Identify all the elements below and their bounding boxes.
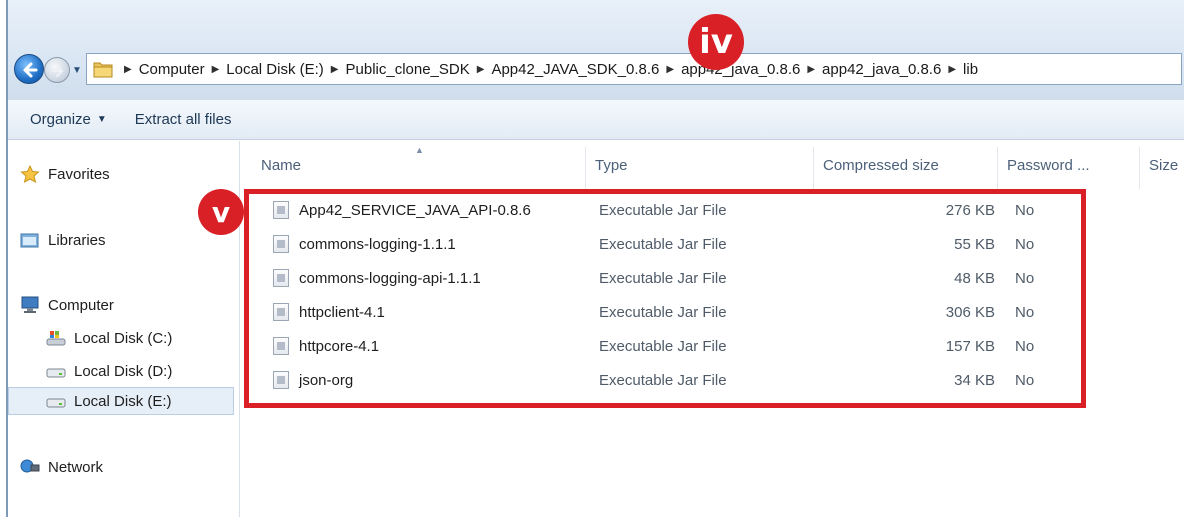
command-toolbar: Organize ▼ Extract all files [8, 100, 1184, 140]
sidebar-item-libraries[interactable]: Libraries [20, 231, 106, 249]
breadcrumb-lib[interactable]: lib [963, 61, 978, 78]
back-arrow-icon [23, 62, 38, 78]
recent-pages-dropdown-icon[interactable]: ▼ [72, 65, 82, 76]
forward-arrow-icon [52, 65, 64, 77]
sidebar-item-label: Libraries [48, 231, 106, 249]
sort-ascending-icon: ▲ [415, 145, 424, 155]
sidebar-item-network[interactable]: Network [20, 458, 103, 476]
forward-button[interactable] [44, 57, 70, 83]
breadcrumb-separator-icon[interactable]: ▶ [124, 64, 132, 75]
computer-icon [21, 296, 39, 313]
sidebar-item-label: Local Disk (C:) [74, 329, 173, 347]
sidebar-item-label: Computer [48, 296, 114, 314]
sidebar-item-local-disk-e[interactable]: Local Disk (E:) [8, 387, 234, 415]
sidebar-item-local-disk-c[interactable]: Local Disk (C:) [46, 329, 172, 347]
sidebar-item-local-disk-d[interactable]: Local Disk (D:) [46, 362, 172, 380]
breadcrumb-app42-java-2[interactable]: app42_java_0.8.6 [822, 61, 941, 78]
address-bar[interactable]: ▶ Computer ▶ Local Disk (E:) ▶ Public_cl… [86, 53, 1182, 85]
column-header-type[interactable]: Type [595, 157, 628, 174]
step-badge-iv: iv [688, 14, 744, 70]
breadcrumb-separator-icon[interactable]: ▶ [331, 64, 339, 75]
breadcrumb-app42-java-sdk[interactable]: App42_JAVA_SDK_0.8.6 [491, 61, 659, 78]
column-header-name[interactable]: Name [261, 157, 301, 174]
step-badge-v: v [198, 189, 244, 235]
sidebar-item-computer[interactable]: Computer [20, 296, 114, 314]
breadcrumb-separator-icon[interactable]: ▶ [948, 64, 956, 75]
breadcrumb-public-clone-sdk[interactable]: Public_clone_SDK [346, 61, 470, 78]
sidebar-item-label: Local Disk (D:) [74, 362, 173, 380]
breadcrumb-computer[interactable]: Computer [139, 61, 205, 78]
explorer-window: ▼ ▶ Computer ▶ Local Disk (E:) ▶ Public_… [6, 0, 1184, 517]
breadcrumb-separator-icon[interactable]: ▶ [666, 64, 674, 75]
column-divider[interactable] [813, 147, 814, 189]
organize-label: Organize [30, 111, 91, 128]
sidebar-item-label: Network [48, 458, 104, 476]
column-divider[interactable] [585, 147, 586, 189]
navigation-bar: ▼ ▶ Computer ▶ Local Disk (E:) ▶ Public_… [8, 48, 1184, 90]
highlight-box [244, 189, 1086, 408]
extract-all-files-button[interactable]: Extract all files [135, 111, 232, 128]
column-header-compressed-size[interactable]: Compressed size [823, 157, 939, 174]
chevron-down-icon: ▼ [96, 114, 107, 125]
organize-button[interactable]: Organize ▼ [30, 111, 107, 128]
title-bar: ▼ ▶ Computer ▶ Local Disk (E:) ▶ Public_… [8, 0, 1184, 100]
breadcrumb-separator-icon[interactable]: ▶ [212, 64, 220, 75]
breadcrumb-separator-icon[interactable]: ▶ [807, 64, 815, 75]
column-header-password[interactable]: Password ... [1007, 157, 1090, 174]
sidebar-item-favorites[interactable]: Favorites [20, 165, 110, 183]
back-button[interactable] [14, 54, 44, 84]
folder-icon [93, 62, 113, 78]
drive-icon [46, 368, 66, 378]
column-divider[interactable] [1139, 147, 1140, 189]
column-divider[interactable] [997, 147, 998, 189]
sidebar-item-label: Local Disk (E:) [74, 392, 172, 410]
network-icon [20, 459, 40, 473]
star-icon [20, 165, 40, 183]
breadcrumb-separator-icon[interactable]: ▶ [477, 64, 485, 75]
column-header-size[interactable]: Size [1149, 157, 1178, 174]
drive-icon [46, 398, 66, 408]
system-drive-icon [46, 331, 66, 346]
breadcrumb-local-disk-e[interactable]: Local Disk (E:) [226, 61, 324, 78]
sidebar-item-label: Favorites [48, 165, 110, 183]
extract-label: Extract all files [134, 111, 232, 128]
libraries-icon [20, 233, 39, 248]
